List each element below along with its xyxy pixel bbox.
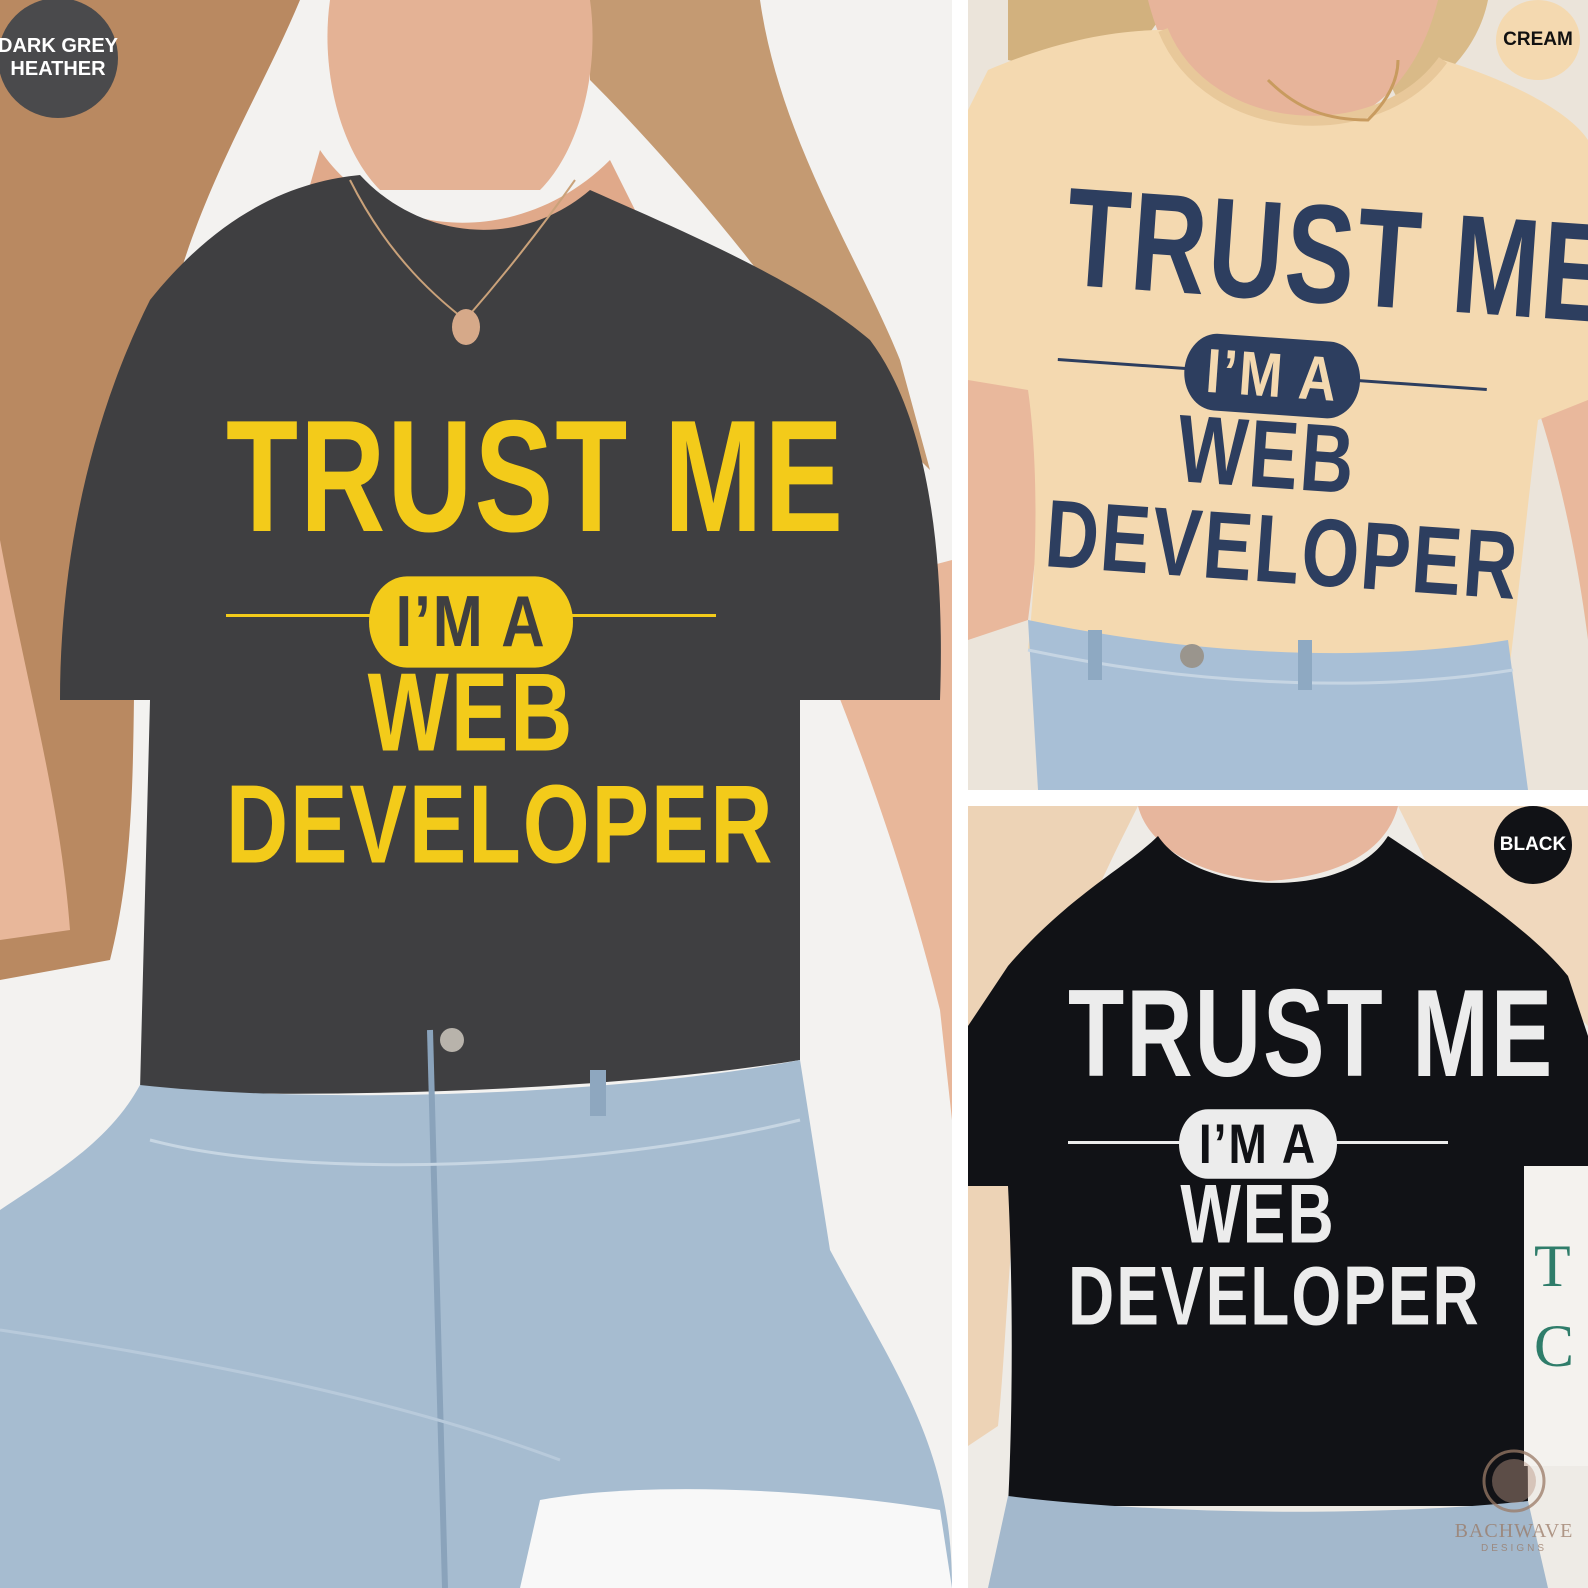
badge-text: BLACK (1499, 834, 1567, 856)
brand-watermark: BACHWAVE DESIGNS (1444, 1446, 1584, 1586)
svg-text:T: T (1534, 1233, 1571, 1299)
badge-text-line-1: DARK GREY (0, 35, 119, 57)
print-line-web: WEB (1180, 1167, 1336, 1261)
shirt-print-dark-grey: TRUST ME I’M A WEB DEVELOPER (226, 397, 843, 881)
shirt-print-cream: TRUST ME I’M A WEB DEVELOPER (1042, 159, 1588, 620)
print-line-trust-me: TRUST ME (1060, 159, 1588, 354)
product-photo-cream: TRUST ME I’M A WEB DEVELOPER CREAM (968, 0, 1588, 790)
color-badge-black: BLACK (1494, 806, 1572, 884)
product-photo-black: T C TRUST ME I’M A WEB DEVELOPER BLACK B… (968, 806, 1588, 1588)
shirt-print-black: TRUST ME I’M A WEB DEVELOPER (1068, 972, 1552, 1338)
brand-logo-icon (1482, 1449, 1546, 1513)
print-line-trust-me: TRUST ME (226, 387, 846, 567)
brand-subtitle: DESIGNS (1480, 1543, 1547, 1554)
print-pill-row: I’M A (226, 576, 716, 668)
print-line-developer: DEVELOPER (226, 762, 775, 888)
print-line-developer: DEVELOPER (1068, 1249, 1481, 1343)
color-badge-cream: CREAM (1496, 0, 1580, 80)
product-photo-dark-grey: TRUST ME I’M A WEB DEVELOPER DARK GREY H… (0, 0, 952, 1588)
print-pill-row: I’M A (1068, 1109, 1448, 1179)
print-line-web: WEB (367, 650, 575, 776)
badge-text-line-2: HEATHER (10, 58, 106, 80)
brand-name: BACHWAVE (1454, 1520, 1574, 1542)
svg-text:C: C (1534, 1313, 1574, 1379)
color-badge-dark-grey-heather: DARK GREY HEATHER (0, 0, 118, 118)
print-line-trust-me: TRUST ME (1068, 965, 1555, 1103)
badge-text: CREAM (1503, 29, 1573, 51)
